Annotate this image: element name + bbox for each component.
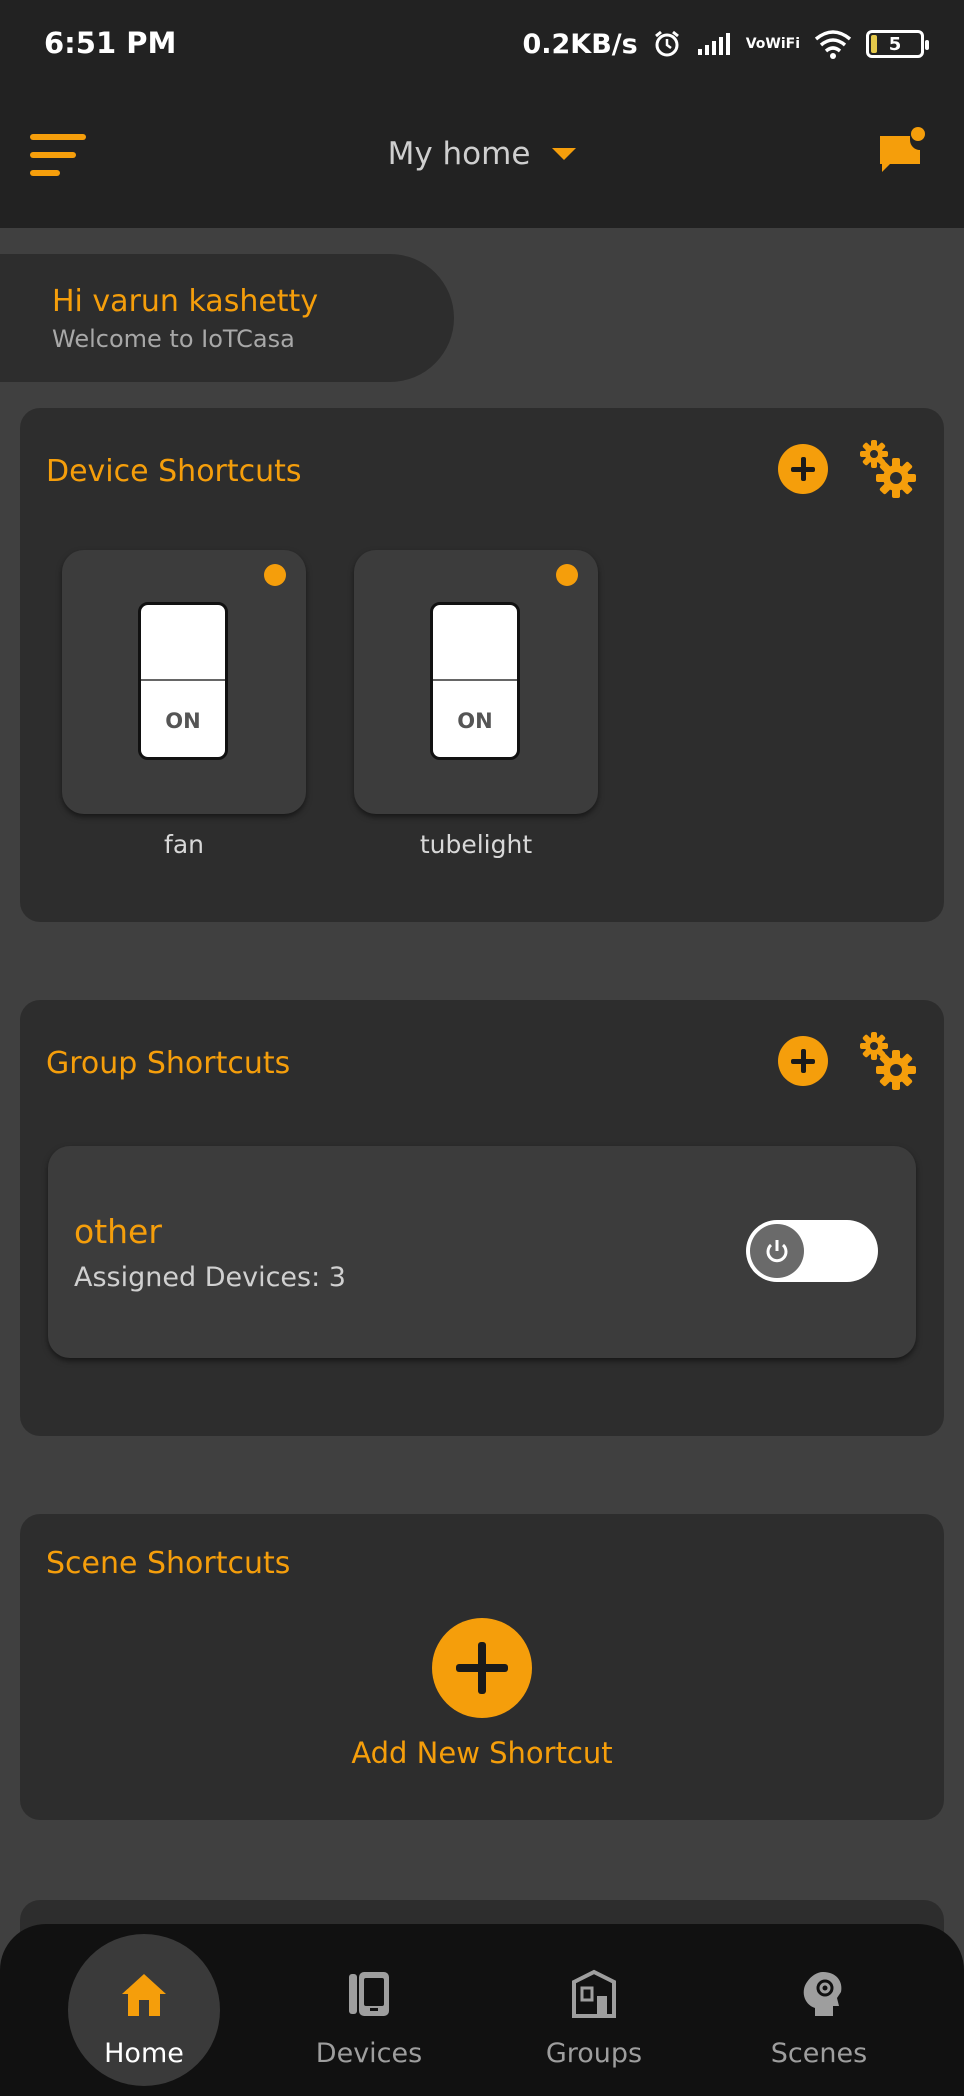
network-speed: 0.2KB/s — [522, 28, 638, 60]
group-shortcuts-title: Group Shortcuts — [46, 1046, 291, 1081]
device-switch[interactable]: ON — [430, 602, 520, 760]
greeting-subtitle: Welcome to IoTCasa — [52, 325, 295, 353]
add-group-shortcut-button[interactable] — [778, 1036, 828, 1086]
devices-icon — [343, 1968, 395, 2020]
device-name: fan — [164, 830, 204, 859]
device-name: tubelight — [419, 830, 533, 859]
nav-devices[interactable]: Devices — [269, 1924, 469, 2096]
add-scene-shortcut-button[interactable] — [432, 1618, 532, 1718]
battery-icon: 5 — [866, 30, 929, 58]
group-name: other — [74, 1212, 162, 1251]
scenes-icon — [793, 1968, 845, 2020]
add-new-shortcut-label[interactable]: Add New Shortcut — [20, 1736, 944, 1770]
power-icon — [750, 1224, 804, 1278]
scene-shortcuts-title: Scene Shortcuts — [46, 1546, 291, 1581]
nav-groups[interactable]: Groups — [494, 1924, 694, 2096]
home-icon — [118, 1968, 170, 2020]
device-tile-fan[interactable]: ON — [62, 550, 306, 814]
nav-label-devices: Devices — [315, 2038, 423, 2069]
add-device-shortcut-button[interactable] — [778, 444, 828, 494]
online-indicator — [556, 564, 578, 586]
top-frame: 6:51 PM 0.2KB/s Vo WiFi 5 My home — [0, 0, 964, 228]
alarm-icon — [652, 29, 682, 59]
device-shortcuts-title: Device Shortcuts — [46, 454, 302, 489]
switch-state: ON — [457, 709, 493, 733]
home-name: My home — [387, 136, 531, 172]
status-icons: 0.2KB/s Vo WiFi 5 — [522, 22, 929, 66]
chevron-down-icon — [552, 148, 577, 160]
signal-icon — [696, 31, 732, 57]
group-assigned-devices: Assigned Devices: 3 — [74, 1262, 346, 1293]
vowifi-icon: Vo WiFi — [745, 36, 800, 52]
greeting-banner: Hi varun kashetty Welcome to IoTCasa — [0, 254, 454, 382]
scene-shortcuts-card: Scene Shortcuts Add New Shortcut — [20, 1514, 944, 1820]
settings-gears-icon[interactable] — [854, 1028, 918, 1092]
device-shortcuts-card: Device Shortcuts ON fan ON tubelight — [20, 408, 944, 922]
bottom-nav: Home Devices Groups Scenes — [0, 1924, 964, 2096]
nav-label-home: Home — [104, 2038, 184, 2069]
device-switch[interactable]: ON — [138, 602, 228, 760]
greeting-title: Hi varun kashetty — [52, 284, 319, 319]
nav-label-scenes: Scenes — [770, 2038, 868, 2069]
group-shortcuts-card: Group Shortcuts other Assigned Devices: … — [20, 1000, 944, 1436]
nav-scenes[interactable]: Scenes — [719, 1924, 919, 2096]
device-tile-tubelight[interactable]: ON — [354, 550, 598, 814]
app-bar: My home — [0, 100, 964, 228]
group-item-other[interactable]: other Assigned Devices: 3 — [48, 1146, 916, 1358]
online-indicator — [264, 564, 286, 586]
status-time: 6:51 PM — [44, 26, 177, 60]
settings-gears-icon[interactable] — [854, 436, 918, 500]
nav-home[interactable]: Home — [44, 1924, 244, 2096]
wifi-icon — [814, 29, 852, 59]
status-bar: 6:51 PM 0.2KB/s Vo WiFi 5 — [0, 0, 964, 90]
group-power-toggle[interactable] — [746, 1220, 878, 1282]
switch-state: ON — [165, 709, 201, 733]
groups-icon — [568, 1968, 620, 2020]
message-alert-icon[interactable] — [876, 126, 926, 176]
home-selector[interactable]: My home — [0, 136, 964, 172]
nav-label-groups: Groups — [545, 2038, 643, 2069]
battery-level: 5 — [888, 33, 902, 55]
